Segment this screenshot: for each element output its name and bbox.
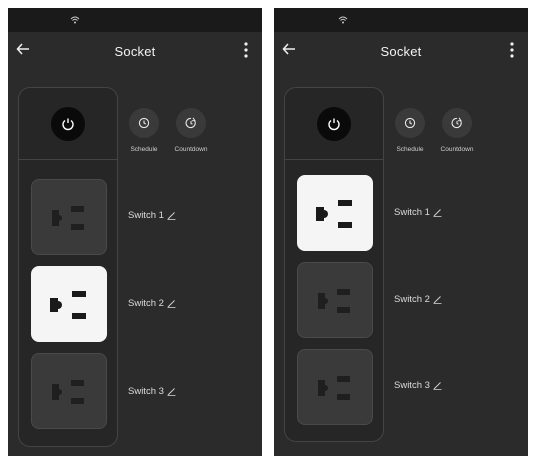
edit-icon[interactable] (167, 299, 176, 308)
outlet-icon (316, 200, 352, 228)
outlet-icon (318, 376, 350, 400)
switch-2-row[interactable]: Switch 2 (128, 298, 176, 309)
countdown-button[interactable] (176, 108, 206, 138)
outlet-icon (50, 291, 86, 319)
phone-screen-left: Socket Schedule Countdown Switch 1 Switc… (8, 8, 262, 456)
switch-1-label: Switch 1 (394, 207, 430, 218)
outlet-switch-1[interactable] (297, 175, 373, 251)
edit-icon[interactable] (433, 208, 442, 217)
power-area (285, 88, 383, 160)
outlet-icon (318, 289, 350, 313)
outlet-switch-2[interactable] (31, 266, 107, 342)
wifi-icon (70, 16, 80, 24)
outlet-switch-3[interactable] (31, 353, 107, 429)
outlet-switch-1[interactable] (31, 179, 107, 255)
edit-icon[interactable] (433, 381, 442, 390)
schedule-button[interactable] (395, 108, 425, 138)
edit-icon[interactable] (433, 295, 442, 304)
power-icon (62, 118, 74, 130)
more-vert-icon[interactable] (504, 40, 520, 60)
power-icon (328, 118, 340, 130)
switch-1-label: Switch 1 (128, 210, 164, 221)
outlet-panel (284, 87, 384, 442)
switch-2-label: Switch 2 (128, 298, 164, 309)
countdown-button[interactable] (442, 108, 472, 138)
app-bar: Socket (8, 32, 262, 72)
power-button[interactable] (317, 106, 351, 141)
edit-icon[interactable] (167, 211, 176, 220)
wifi-icon (338, 16, 348, 24)
switch-2-row[interactable]: Switch 2 (394, 294, 442, 305)
countdown-label: Countdown (174, 146, 208, 153)
schedule-button[interactable] (129, 108, 159, 138)
countdown-icon (451, 117, 462, 129)
switch-1-row[interactable]: Switch 1 (394, 207, 442, 218)
outlet-switch-3[interactable] (297, 349, 373, 425)
outlet-panel (18, 87, 118, 447)
schedule-label: Schedule (130, 146, 158, 153)
clock-icon (404, 117, 416, 129)
outlet-icon (52, 206, 84, 230)
switch-3-row[interactable]: Switch 3 (394, 380, 442, 391)
switch-3-label: Switch 3 (394, 380, 430, 391)
switch-1-row[interactable]: Switch 1 (128, 210, 176, 221)
outlet-icon (52, 380, 84, 404)
edit-icon[interactable] (167, 387, 176, 396)
outlet-switch-2[interactable] (297, 262, 373, 338)
switch-3-row[interactable]: Switch 3 (128, 386, 176, 397)
clock-icon (138, 117, 150, 129)
status-bar (274, 8, 528, 32)
more-vert-icon[interactable] (238, 40, 254, 60)
schedule-label: Schedule (396, 146, 424, 153)
power-button[interactable] (51, 106, 85, 141)
status-bar (8, 8, 262, 32)
switch-3-label: Switch 3 (128, 386, 164, 397)
countdown-icon (185, 117, 196, 129)
app-bar: Socket (274, 32, 528, 72)
countdown-label: Countdown (440, 146, 474, 153)
page-title: Socket (380, 44, 422, 59)
switch-2-label: Switch 2 (394, 294, 430, 305)
phone-screen-right: Socket Schedule Countdown Switch 1 Switc… (274, 8, 528, 456)
page-title: Socket (114, 44, 156, 59)
power-area (19, 88, 117, 160)
